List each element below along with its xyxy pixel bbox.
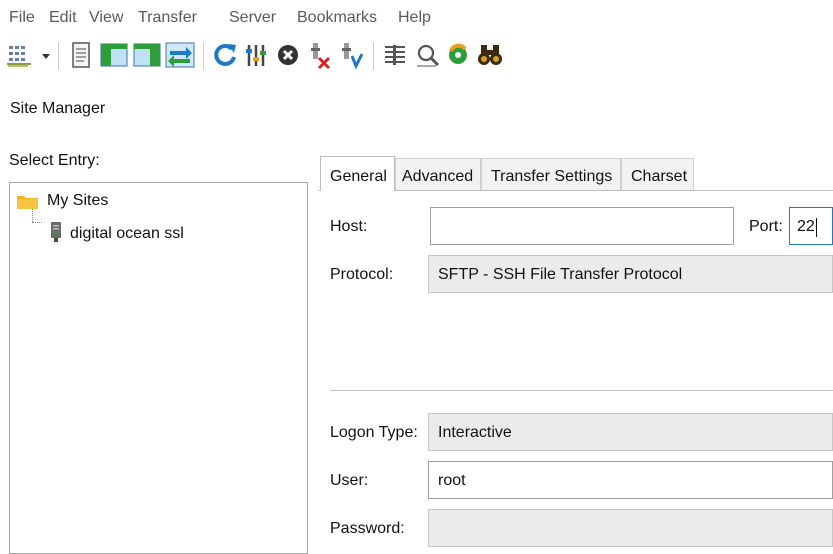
tree-item-label: My Sites — [47, 192, 109, 209]
port-input[interactable]: 22 — [789, 207, 833, 245]
toolbar-separator — [373, 42, 374, 70]
reconnect-icon[interactable] — [336, 40, 366, 70]
password-input[interactable] — [428, 509, 833, 547]
tab-transfer-settings[interactable]: Transfer Settings — [481, 158, 621, 190]
host-label: Host: — [330, 218, 368, 235]
toolbar-separator — [203, 42, 204, 70]
directory-compare-icon[interactable] — [380, 40, 410, 70]
tree-connector — [32, 222, 42, 223]
refresh-icon[interactable] — [210, 40, 240, 70]
server-icon — [51, 222, 61, 242]
menu-bar: File Edit View Transfer Server Bookmarks… — [0, 0, 833, 34]
site-tree[interactable]: My Sites digital ocean ssl — [9, 182, 308, 554]
message-log-icon[interactable] — [66, 40, 96, 70]
user-input[interactable]: root — [428, 461, 833, 499]
folder-icon — [17, 196, 38, 209]
disconnect-icon[interactable] — [305, 40, 335, 70]
menu-view[interactable]: View — [89, 9, 123, 27]
tree-item-label: digital ocean ssl — [70, 225, 184, 242]
remote-tree-icon[interactable] — [131, 40, 163, 70]
protocol-select[interactable]: SFTP - SSH File Transfer Protocol — [428, 255, 833, 293]
section-divider — [330, 390, 833, 391]
transfer-queue-icon[interactable] — [164, 40, 196, 70]
logon-type-select[interactable]: Interactive — [428, 413, 833, 451]
dropdown-arrow-icon[interactable] — [40, 40, 52, 70]
menu-file[interactable]: File — [9, 9, 35, 27]
site-settings-pane: General Advanced Transfer Settings Chars… — [318, 156, 833, 549]
dialog-title: Site Manager — [10, 100, 106, 117]
general-tab-panel: Host: Port: 22 Protocol: SFTP - SSH File… — [318, 190, 833, 549]
host-input[interactable] — [430, 207, 734, 245]
tree-connector — [32, 209, 33, 222]
site-manager-icon[interactable] — [6, 40, 38, 70]
menu-bookmarks[interactable]: Bookmarks — [297, 9, 377, 27]
tab-general[interactable]: General — [320, 156, 395, 191]
local-tree-icon[interactable] — [98, 40, 130, 70]
sync-browsing-icon[interactable] — [443, 40, 473, 70]
tab-advanced[interactable]: Advanced — [395, 158, 481, 190]
menu-help[interactable]: Help — [398, 9, 431, 27]
password-label: Password: — [330, 520, 405, 537]
tab-charset[interactable]: Charset — [621, 158, 694, 190]
logon-type-label: Logon Type: — [330, 424, 418, 441]
select-entry-label: Select Entry: — [9, 152, 100, 169]
text-caret — [816, 218, 817, 237]
user-label: User: — [330, 472, 369, 489]
toolbar — [0, 36, 833, 76]
menu-transfer[interactable]: Transfer — [138, 9, 197, 27]
menu-edit[interactable]: Edit — [49, 9, 77, 27]
protocol-label: Protocol: — [330, 266, 394, 283]
toolbar-separator — [58, 42, 59, 70]
tree-item-digital-ocean-ssl[interactable]: digital ocean ssl — [44, 221, 194, 245]
search-files-icon[interactable] — [412, 40, 442, 70]
port-label: Port: — [749, 218, 783, 235]
cancel-icon[interactable] — [273, 40, 303, 70]
filter-icon[interactable] — [242, 40, 270, 70]
find-binoculars-icon[interactable] — [474, 40, 506, 70]
menu-server[interactable]: Server — [229, 9, 276, 27]
